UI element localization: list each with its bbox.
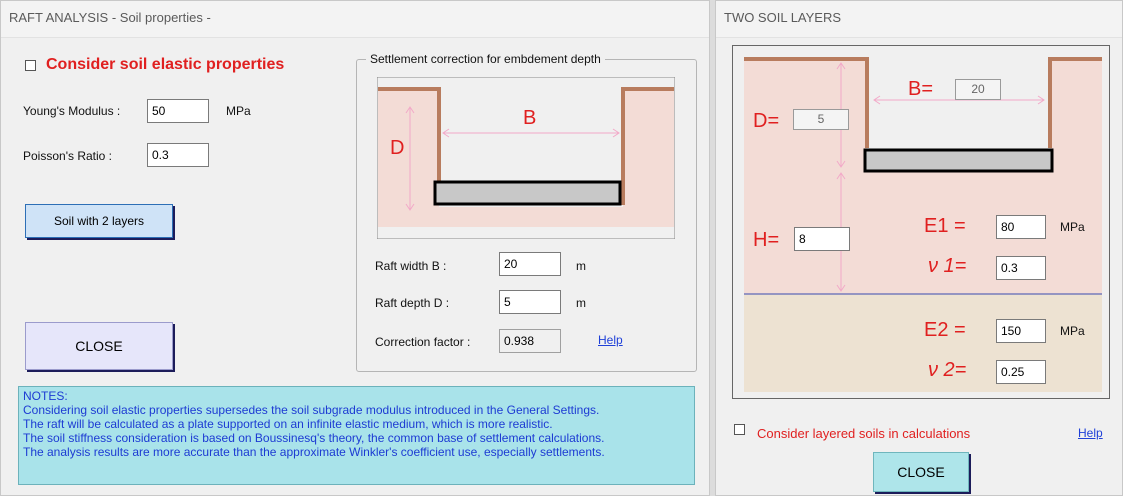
- notes-line: The raft will be calculated as a plate s…: [23, 417, 553, 431]
- settlement-help-link[interactable]: Help: [598, 333, 623, 347]
- correction-factor-label: Correction factor :: [375, 335, 471, 349]
- embedment-diagram: B D: [376, 76, 676, 240]
- consider-elastic-label[interactable]: Consider soil elastic properties: [46, 56, 284, 74]
- window-title: RAFT ANALYSIS - Soil properties -: [1, 1, 709, 38]
- two-layers-close-button[interactable]: CLOSE: [873, 452, 969, 492]
- two-soil-layers-window: TWO SOIL LAYERS B= 20 D= 5 H= 8 E1 = 80 …: [715, 0, 1123, 496]
- raft-width-unit: m: [576, 259, 586, 273]
- embedment-diagram-svg: [376, 76, 676, 240]
- e1-value-input[interactable]: 80: [996, 215, 1046, 239]
- consider-layered-label[interactable]: Consider layered soils in calculations: [757, 426, 970, 441]
- e2-value-input[interactable]: 150: [996, 319, 1046, 343]
- correction-factor-output: 0.938: [499, 329, 561, 353]
- e2-unit: MPa: [1060, 324, 1085, 338]
- consider-elastic-checkbox[interactable]: [25, 60, 36, 71]
- nu1-value-input[interactable]: 0.3: [996, 256, 1046, 280]
- soil-properties-window: RAFT ANALYSIS - Soil properties - Consid…: [0, 0, 710, 496]
- notes-line: The soil stiffness consideration is base…: [23, 431, 605, 445]
- youngs-modulus-label: Young's Modulus :: [23, 104, 121, 118]
- nu2-value-input[interactable]: 0.25: [996, 360, 1046, 384]
- d-value-box: 5: [793, 109, 849, 130]
- raft-width-input[interactable]: 20: [499, 252, 561, 276]
- two-layers-title: TWO SOIL LAYERS: [716, 1, 1122, 38]
- e2-label: E2 =: [924, 319, 966, 341]
- layers-help-link[interactable]: Help: [1078, 426, 1103, 440]
- youngs-unit: MPa: [226, 104, 251, 118]
- notes-line: Considering soil elastic properties supe…: [23, 403, 600, 417]
- raft-depth-input[interactable]: 5: [499, 290, 561, 314]
- notes-panel: NOTES: Considering soil elastic properti…: [18, 386, 695, 485]
- e1-label: E1 =: [924, 215, 966, 237]
- poisson-ratio-label: Poisson's Ratio :: [23, 149, 112, 163]
- b-label: B=: [908, 78, 934, 100]
- consider-layered-checkbox[interactable]: [734, 424, 745, 435]
- raft-depth-label: Raft depth D :: [375, 296, 450, 310]
- two-layers-diagram: B= 20 D= 5 H= 8 E1 = 80 MPa ν 1= 0.3 E2 …: [732, 45, 1110, 399]
- settlement-group-title: Settlement correction for embdement dept…: [366, 52, 605, 66]
- b-value-box: 20: [955, 79, 1001, 100]
- poisson-ratio-input[interactable]: 0.3: [147, 143, 209, 167]
- soil-with-2-layers-button[interactable]: Soil with 2 layers: [25, 204, 173, 238]
- close-button[interactable]: CLOSE: [25, 322, 173, 370]
- diagram-label-d: D: [390, 137, 405, 159]
- notes-heading: NOTES:: [23, 389, 68, 403]
- nu1-label: ν 1=: [928, 255, 967, 277]
- notes-line: The analysis results are more accurate t…: [23, 445, 605, 459]
- e1-unit: MPa: [1060, 220, 1085, 234]
- raft-width-label: Raft width B :: [375, 259, 447, 273]
- d-label: D=: [753, 110, 780, 132]
- nu2-label: ν 2=: [928, 359, 967, 381]
- diagram-label-b: B: [523, 107, 537, 129]
- h-value-input[interactable]: 8: [794, 227, 850, 251]
- youngs-modulus-input[interactable]: 50: [147, 99, 209, 123]
- raft-depth-unit: m: [576, 296, 586, 310]
- h-label: H=: [753, 229, 780, 251]
